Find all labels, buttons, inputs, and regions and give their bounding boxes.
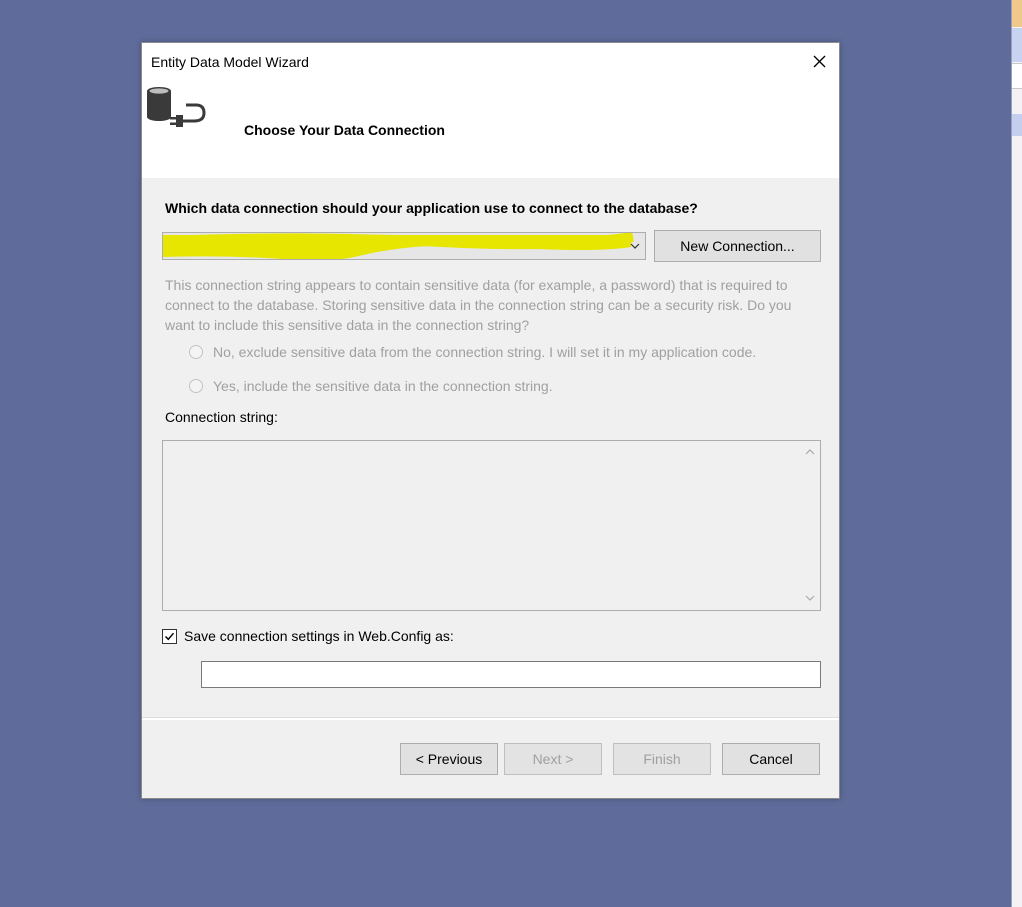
previous-button[interactable]: < Previous bbox=[400, 743, 498, 775]
finish-button[interactable]: Finish bbox=[613, 743, 711, 775]
checkmark-icon bbox=[165, 632, 175, 640]
footer-divider bbox=[142, 717, 839, 720]
save-connection-settings-option[interactable]: Save connection settings in Web.Config a… bbox=[162, 627, 454, 645]
include-sensitive-data-label: Yes, include the sensitive data in the c… bbox=[213, 378, 553, 394]
background-window-edge bbox=[1011, 0, 1022, 907]
save-connection-settings-label: Save connection settings in Web.Config a… bbox=[184, 628, 454, 644]
window-title: Entity Data Model Wizard bbox=[151, 54, 309, 70]
exclude-sensitive-data-radio[interactable] bbox=[189, 345, 203, 359]
include-sensitive-data-radio[interactable] bbox=[189, 379, 203, 393]
include-sensitive-data-option[interactable]: Yes, include the sensitive data in the c… bbox=[189, 376, 553, 396]
connection-question: Which data connection should your applic… bbox=[165, 200, 698, 216]
chevron-down-icon[interactable] bbox=[804, 593, 816, 603]
background-window-field bbox=[1012, 63, 1022, 89]
connection-string-label: Connection string: bbox=[165, 409, 278, 425]
close-icon bbox=[813, 55, 826, 68]
background-window-tab bbox=[1012, 0, 1022, 27]
step-title: Choose Your Data Connection bbox=[244, 122, 445, 138]
chevron-down-icon bbox=[630, 243, 640, 249]
web-config-name-input[interactable] bbox=[201, 661, 821, 688]
database-plug-icon bbox=[147, 87, 206, 127]
sensitive-data-info: This connection string appears to contai… bbox=[165, 277, 792, 333]
new-connection-button[interactable]: New Connection... bbox=[654, 230, 821, 262]
next-button[interactable]: Next > bbox=[504, 743, 602, 775]
wizard-header: Entity Data Model Wizard Choose Your Dat… bbox=[142, 43, 839, 178]
entity-data-model-wizard-dialog: Entity Data Model Wizard Choose Your Dat… bbox=[141, 42, 840, 799]
close-button[interactable] bbox=[806, 49, 834, 75]
cancel-button[interactable]: Cancel bbox=[722, 743, 820, 775]
exclude-sensitive-data-option[interactable]: No, exclude sensitive data from the conn… bbox=[189, 342, 756, 362]
save-connection-settings-checkbox[interactable] bbox=[162, 628, 177, 644]
background-window-selection bbox=[1012, 114, 1022, 136]
data-connection-dropdown[interactable] bbox=[162, 232, 646, 260]
background-window-band bbox=[1012, 28, 1022, 62]
exclude-sensitive-data-label: No, exclude sensitive data from the conn… bbox=[213, 344, 757, 360]
yellow-highlight-marker bbox=[163, 233, 634, 259]
chevron-up-icon[interactable] bbox=[804, 447, 816, 457]
connection-string-scrollbar[interactable] bbox=[800, 441, 820, 610]
connection-string-textbox[interactable] bbox=[162, 440, 821, 611]
